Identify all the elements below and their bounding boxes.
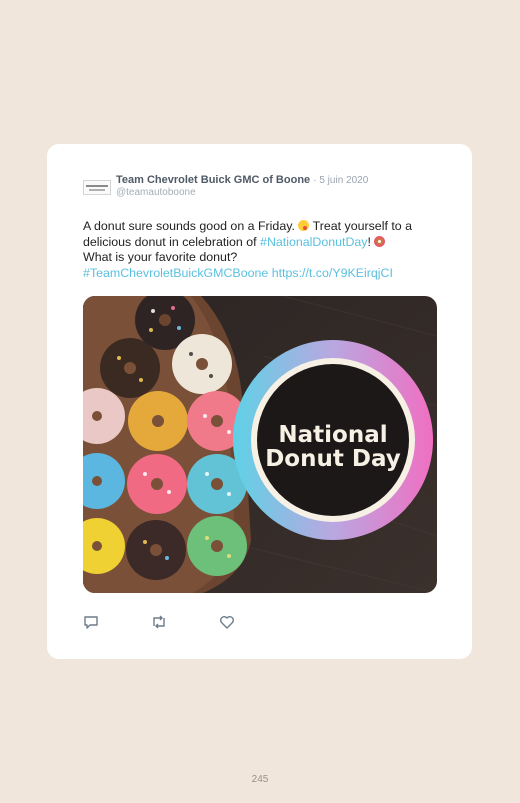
text-part: !: [367, 234, 371, 249]
doughnut-emoji-icon: [374, 235, 386, 247]
tweet-image[interactable]: National Donut Day: [83, 296, 437, 593]
tweet-card: Team Chevrolet Buick GMC of Boone · 5 ju…: [47, 144, 472, 659]
tweet-link[interactable]: https://t.co/Y9KEirqjCI: [272, 266, 393, 280]
retweet-icon[interactable]: [150, 614, 168, 632]
hashtag-team-chevrolet[interactable]: #TeamChevroletBuickGMCBoone: [83, 266, 268, 280]
page-number: 245: [251, 774, 269, 785]
savoring-food-emoji-icon: [298, 220, 310, 231]
text-part: A donut sure sounds good on a Friday.: [83, 219, 295, 233]
tweet-actions: [83, 614, 443, 632]
tweet-text: A donut sure sounds good on a Friday. Tr…: [83, 219, 443, 281]
badge-line-2: Donut Day: [265, 446, 401, 472]
tweet-header: Team Chevrolet Buick GMC of Boone · 5 ju…: [83, 174, 443, 204]
author-name[interactable]: Team Chevrolet Buick GMC of Boone: [116, 174, 310, 186]
author-line: Team Chevrolet Buick GMC of Boone · 5 ju…: [116, 174, 368, 186]
reply-icon[interactable]: [83, 614, 101, 632]
avatar[interactable]: [83, 180, 111, 195]
separator: ·: [313, 175, 317, 186]
author-handle[interactable]: @teamautoboone: [116, 187, 196, 198]
like-icon[interactable]: [219, 614, 237, 632]
national-donut-day-image: National Donut Day: [83, 296, 437, 593]
tweet-date[interactable]: 5 juin 2020: [319, 175, 368, 186]
badge-line-1: National: [278, 422, 387, 448]
hashtag-national-donut-day[interactable]: #NationalDonutDay: [260, 235, 367, 249]
text-part: What is your favorite donut?: [83, 250, 238, 264]
